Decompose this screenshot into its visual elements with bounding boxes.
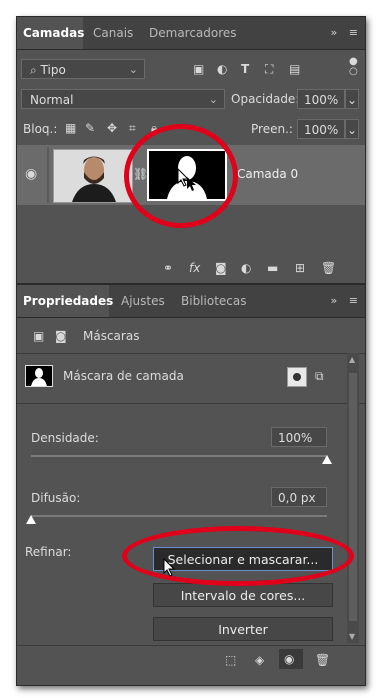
tab-libraries[interactable]: Bibliotecas <box>175 285 252 317</box>
opacity-field[interactable]: 100% <box>297 89 345 109</box>
chevron-down-icon: ⌄ <box>346 123 358 137</box>
menu-icon[interactable]: ≡ <box>349 26 359 39</box>
lock-artboard-icon[interactable]: ⌗ <box>129 121 136 135</box>
tab-properties[interactable]: Propriedades <box>17 285 113 317</box>
scroll-up-icon[interactable]: ▲ <box>349 355 355 364</box>
section-divider <box>17 353 365 354</box>
filter-kind-select[interactable]: ⌕ Tipo ⌄ <box>21 59 145 79</box>
fx-icon[interactable]: fx <box>189 261 200 275</box>
adjustment-filter-icon[interactable]: ◐ <box>217 62 227 76</box>
lock-paint-icon[interactable]: ✎ <box>85 121 95 135</box>
fill-label: Preen.: <box>251 122 293 136</box>
lock-all-icon[interactable]: 🔒︎ <box>151 121 157 135</box>
layer-name[interactable]: Camada 0 <box>237 167 298 181</box>
eye-icon: ◉ <box>284 652 295 666</box>
eye-icon[interactable]: ◉ <box>25 167 37 181</box>
smart-object-filter-icon[interactable]: ▤ <box>289 62 300 76</box>
tab-adjustments[interactable]: Ajustes <box>115 285 171 317</box>
chevron-down-icon: ⌄ <box>208 93 218 106</box>
filter-kind-value: Tipo <box>40 63 66 77</box>
pixel-mask-icon[interactable]: ▣ <box>33 329 44 343</box>
select-mask-button[interactable] <box>287 367 307 387</box>
collapse-icon[interactable]: » <box>331 26 339 39</box>
mask-icon <box>293 373 301 381</box>
filter-toggle-icon[interactable]: ● ○ <box>349 57 358 77</box>
color-range-button[interactable]: Intervalo de cores... <box>153 583 333 607</box>
panel-menu[interactable]: » ≡ <box>331 26 359 39</box>
section-divider <box>17 403 365 404</box>
select-and-mask-button[interactable]: Selecionar e mascarar... <box>153 547 333 571</box>
lock-position-icon[interactable]: ✥ <box>107 121 117 135</box>
vector-mask-icon[interactable]: ◙ <box>55 329 67 343</box>
link-layers-icon[interactable]: ⚭ <box>163 261 173 275</box>
panel-menu[interactable]: » ≡ <box>331 294 359 307</box>
footer-divider <box>17 645 365 646</box>
toggle-mask-button[interactable]: ◉ <box>279 649 303 669</box>
tab-paths[interactable]: Demarcadores <box>143 17 243 49</box>
type-filter-icon[interactable]: T <box>241 62 249 76</box>
refine-label: Refinar: <box>25 545 72 559</box>
mask-type-label: Máscara de camada <box>63 369 184 383</box>
image-filter-icon[interactable]: ▣ <box>193 62 204 76</box>
invert-button[interactable]: Inverter <box>153 617 333 641</box>
blend-mode-value: Normal <box>30 93 74 107</box>
apply-mask-icon[interactable]: ◈ <box>255 653 264 667</box>
adjustment-icon[interactable]: ◐ <box>241 261 251 275</box>
new-layer-icon[interactable]: ⊞ <box>295 261 305 275</box>
feather-slider-thumb[interactable] <box>26 515 36 524</box>
opacity-dropdown[interactable]: ⌄ <box>345 89 359 109</box>
blend-mode-select[interactable]: Normal ⌄ <box>21 89 225 109</box>
search-icon: ⌕ <box>30 63 41 77</box>
tab-channels[interactable]: Canais <box>87 17 139 49</box>
cursor-icon <box>163 558 176 577</box>
lock-label: Bloq.: <box>23 122 58 136</box>
properties-tabbar: Propriedades Ajustes Bibliotecas » ≡ <box>17 285 365 318</box>
feather-label: Difusão: <box>31 491 81 505</box>
fill-field[interactable]: 100% <box>297 119 345 139</box>
density-label: Densidade: <box>31 431 99 445</box>
add-vector-mask-icon[interactable]: ⧉ <box>315 369 324 383</box>
chevron-down-icon: ⌄ <box>128 63 138 76</box>
layers-tabbar: Camadas Canais Demarcadores » ≡ <box>17 17 365 50</box>
load-selection-icon[interactable]: ⬚ <box>225 653 236 667</box>
fill-dropdown[interactable]: ⌄ <box>345 119 359 139</box>
photoshop-panels: Camadas Canais Demarcadores » ≡ ⌕ Tipo ⌄… <box>16 16 366 686</box>
feather-field[interactable]: 0,0 px <box>271 487 327 507</box>
add-mask-icon[interactable]: ◙ <box>215 261 227 275</box>
trash-icon[interactable]: 🗑︎ <box>315 653 330 667</box>
section-title: Máscaras <box>83 329 140 343</box>
opacity-label: Opacidade: <box>231 92 300 106</box>
mask-preview <box>25 365 53 387</box>
scrollbar-thumb[interactable] <box>349 373 357 621</box>
properties-scrollbar[interactable]: ▲ ▼ <box>347 353 359 643</box>
layer-thumbnail[interactable] <box>53 149 133 203</box>
density-slider-thumb[interactable] <box>322 455 332 464</box>
lock-transparent-icon[interactable]: ▦ <box>65 121 76 135</box>
feather-slider[interactable] <box>26 515 327 524</box>
link-icon[interactable]: ⛓ <box>133 167 148 181</box>
cursor-icon <box>177 168 190 187</box>
shape-filter-icon[interactable]: ⛶ <box>265 62 273 76</box>
density-field[interactable]: 100% <box>271 427 327 447</box>
density-slider[interactable] <box>31 455 332 464</box>
collapse-icon[interactable]: » <box>331 294 339 307</box>
scroll-down-icon[interactable]: ▼ <box>349 632 355 641</box>
folder-icon[interactable]: ▬ <box>267 261 278 275</box>
trash-icon[interactable]: 🗑︎ <box>321 261 336 275</box>
chevron-down-icon: ⌄ <box>346 93 358 107</box>
tab-layers[interactable]: Camadas <box>17 17 84 49</box>
menu-icon[interactable]: ≡ <box>349 294 359 307</box>
